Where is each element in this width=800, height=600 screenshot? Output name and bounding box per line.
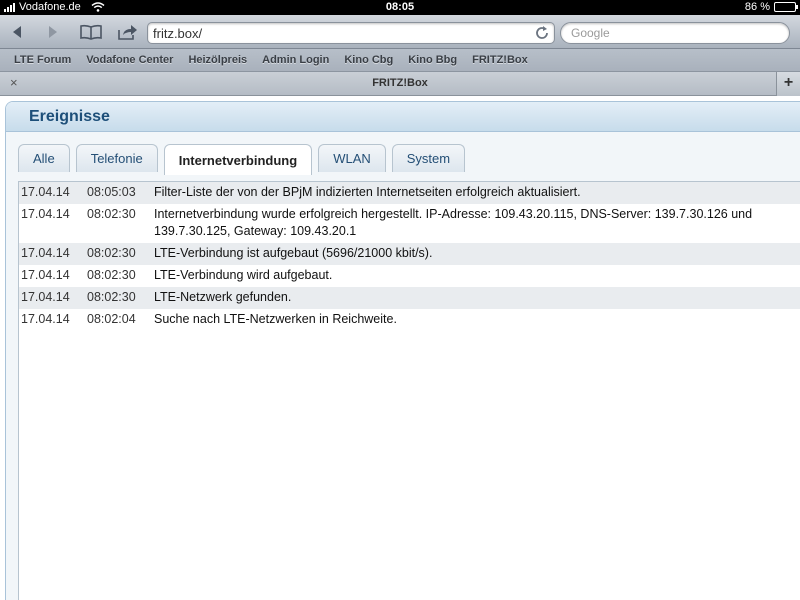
tab-telefonie[interactable]: Telefonie [75,144,158,172]
bookmark-kino-cbg[interactable]: Kino Cbg [344,54,393,66]
back-button[interactable] [4,21,30,43]
bookmarks-button[interactable] [76,21,106,43]
clock: 08:05 [385,1,415,13]
browser-toolbar: fritz.box/ [0,15,800,49]
events-panel: Ereignisse Alle Telefonie Internetverbin… [5,101,800,600]
event-time: 08:02:30 [87,246,136,260]
event-time: 08:05:03 [87,185,136,199]
event-row: 17.04.14 08:02:04 Suche nach LTE-Netzwer… [19,309,800,331]
event-date: 17.04.14 [21,268,70,282]
page-title: Ereignisse [29,108,110,125]
bookmark-kino-bbg[interactable]: Kino Bbg [408,54,457,66]
event-row: 17.04.14 08:02:30 LTE-Verbindung ist auf… [19,243,800,265]
panel-body: Alle Telefonie Internetverbindung WLAN S… [6,132,800,600]
new-tab-button[interactable]: + [776,72,800,96]
event-date: 17.04.14 [21,207,70,221]
panel-header: Ereignisse [6,102,800,132]
share-button[interactable] [113,21,143,43]
event-time: 08:02:30 [87,207,136,221]
share-icon [118,25,137,40]
event-list: 17.04.14 08:05:03 Filter-Liste der von d… [18,181,800,600]
event-row: 17.04.14 08:02:30 LTE-Verbindung wird au… [19,265,800,287]
battery-icon [774,2,798,12]
forward-button[interactable] [40,21,66,43]
back-icon [13,26,21,38]
event-time: 08:02:04 [87,312,136,326]
event-message: Suche nach LTE-Netzwerken in Reichweite. [154,312,397,326]
forward-icon [49,26,57,38]
status-bar: Vodafone.de 08:05 86 % [0,0,800,15]
bookmark-admin-login[interactable]: Admin Login [262,54,329,66]
event-message: LTE-Verbindung ist aufgebaut (5696/21000… [154,246,433,260]
tab-alle[interactable]: Alle [18,144,70,172]
bookmarks-bar: LTE Forum Vodafone Center Heizölpreis Ad… [0,49,800,72]
tab-internetverbindung[interactable]: Internetverbindung [163,144,313,175]
address-url: fritz.box/ [153,26,203,41]
event-row: 17.04.14 08:05:03 Filter-Liste der von d… [19,182,800,204]
bookmark-vodafone-center[interactable]: Vodafone Center [86,54,173,66]
tab-wlan[interactable]: WLAN [318,144,386,172]
event-message: LTE-Netzwerk gefunden. [154,290,292,304]
event-filter-tabs: Alle Telefonie Internetverbindung WLAN S… [18,144,466,175]
event-time: 08:02:30 [87,290,136,304]
event-row: 17.04.14 08:02:30 LTE-Netzwerk gefunden. [19,287,800,309]
bookmark-fritzbox[interactable]: FRITZ!Box [472,54,528,66]
bookmark-heizoelpreis[interactable]: Heizölpreis [188,54,247,66]
address-bar[interactable]: fritz.box/ [147,22,555,44]
bookmarks-icon [80,24,102,40]
event-message: LTE-Verbindung wird aufgebaut. [154,268,333,282]
search-field[interactable] [560,22,790,44]
event-message: Internetverbindung wurde erfolgreich her… [154,207,753,238]
tab-system[interactable]: System [391,144,466,172]
browser-tab-bar: × FRITZ!Box + [0,72,800,96]
event-row: 17.04.14 08:02:30 Internetverbindung wur… [19,204,800,243]
web-page: Ereignisse Alle Telefonie Internetverbin… [0,96,800,600]
event-time: 08:02:30 [87,268,136,282]
bookmark-lte-forum[interactable]: LTE Forum [14,54,71,66]
battery-percentage: 86 % [744,1,770,13]
reload-icon[interactable] [534,25,550,41]
browser-tab-title[interactable]: FRITZ!Box [0,77,800,89]
event-date: 17.04.14 [21,185,70,199]
search-input[interactable] [571,26,771,40]
event-date: 17.04.14 [21,246,70,260]
event-date: 17.04.14 [21,312,70,326]
event-message: Filter-Liste der von der BPjM indizierte… [154,185,581,199]
event-date: 17.04.14 [21,290,70,304]
